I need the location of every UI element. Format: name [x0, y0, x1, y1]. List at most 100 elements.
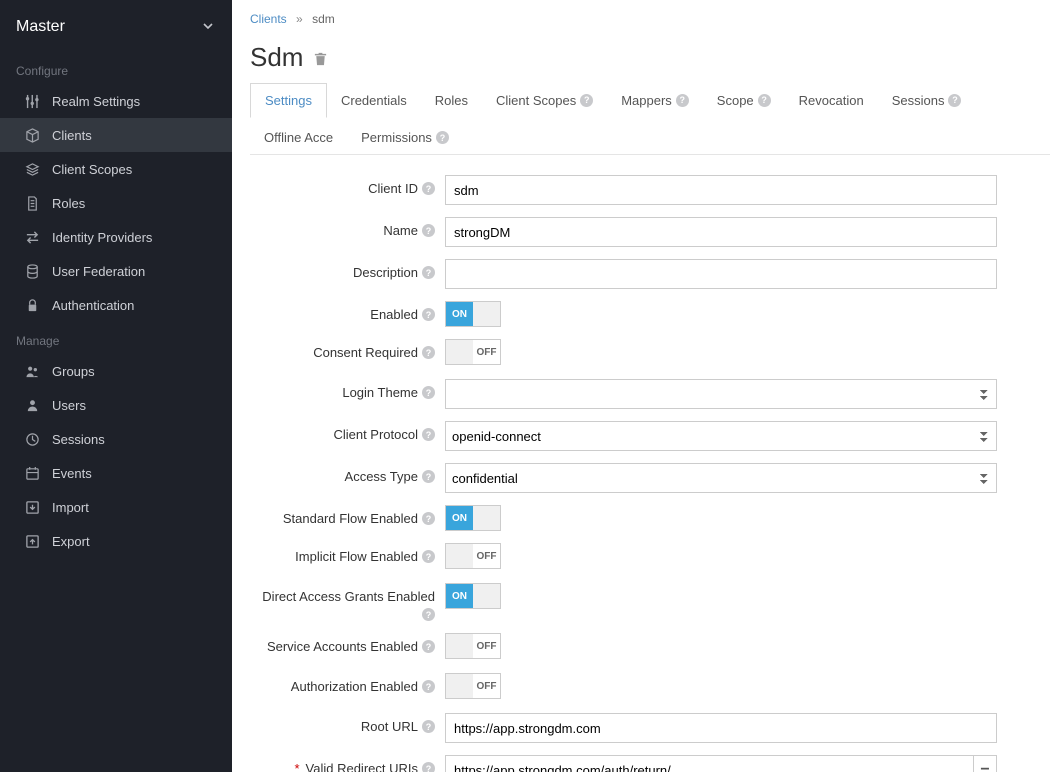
label-consent-required: Consent Required: [313, 345, 418, 360]
sidebar-item-label: Authentication: [52, 298, 134, 313]
redirect-uri-list: − − +: [445, 755, 997, 772]
help-icon[interactable]: ?: [422, 720, 435, 733]
swap-icon: [24, 229, 40, 245]
redirect-uri-input[interactable]: [445, 755, 973, 772]
sidebar-item-identity-providers[interactable]: Identity Providers: [0, 220, 232, 254]
tab-settings[interactable]: Settings: [250, 83, 327, 118]
main-content: Clients » sdm Sdm Settings Credentials R…: [232, 0, 1050, 772]
help-icon: ?: [676, 94, 689, 107]
sidebar-section-configure: Configure: [0, 52, 232, 84]
sidebar-item-label: Identity Providers: [52, 230, 152, 245]
help-icon[interactable]: ?: [422, 266, 435, 279]
label-description: Description: [353, 265, 418, 280]
sidebar-item-groups[interactable]: Groups: [0, 354, 232, 388]
breadcrumb: Clients » sdm: [250, 10, 1050, 36]
label-valid-redirect: Valid Redirect URIs: [306, 761, 418, 772]
clock-icon: [24, 431, 40, 447]
login-theme-select[interactable]: [445, 379, 997, 409]
client-protocol-select[interactable]: openid-connect: [445, 421, 997, 451]
sidebar-item-export[interactable]: Export: [0, 524, 232, 558]
tab-roles[interactable]: Roles: [421, 83, 482, 117]
label-direct-access: Direct Access Grants Enabled: [262, 589, 435, 604]
sidebar-item-label: Groups: [52, 364, 95, 379]
settings-form: Client ID? Name? Description? Enabled? O…: [250, 155, 1050, 772]
help-icon[interactable]: ?: [422, 182, 435, 195]
sidebar-item-label: Clients: [52, 128, 92, 143]
client-id-input[interactable]: [445, 175, 997, 205]
description-input[interactable]: [445, 259, 997, 289]
group-icon: [24, 363, 40, 379]
tabs: Settings Credentials Roles Client Scopes…: [250, 83, 1050, 155]
sidebar-item-user-federation[interactable]: User Federation: [0, 254, 232, 288]
help-icon[interactable]: ?: [422, 386, 435, 399]
sidebar-item-label: Realm Settings: [52, 94, 140, 109]
redirect-uri-row: −: [445, 755, 997, 772]
standard-flow-toggle[interactable]: ON: [445, 505, 501, 531]
label-name: Name: [383, 223, 418, 238]
delete-button[interactable]: [313, 51, 328, 69]
help-icon: ?: [758, 94, 771, 107]
help-icon[interactable]: ?: [422, 428, 435, 441]
breadcrumb-current: sdm: [312, 12, 335, 26]
tab-revocation[interactable]: Revocation: [785, 83, 878, 117]
help-icon[interactable]: ?: [422, 680, 435, 693]
sidebar-item-events[interactable]: Events: [0, 456, 232, 490]
import-icon: [24, 499, 40, 515]
label-root-url: Root URL: [361, 719, 418, 734]
label-client-id: Client ID: [368, 181, 418, 196]
help-icon[interactable]: ?: [422, 346, 435, 359]
tab-client-scopes[interactable]: Client Scopes?: [482, 83, 607, 117]
label-authorization: Authorization Enabled: [291, 679, 418, 694]
help-icon[interactable]: ?: [422, 224, 435, 237]
sidebar-item-authentication[interactable]: Authentication: [0, 288, 232, 322]
chevron-down-icon: [202, 20, 214, 35]
sidebar-item-label: Sessions: [52, 432, 105, 447]
implicit-flow-toggle[interactable]: OFF: [445, 543, 501, 569]
document-icon: [24, 195, 40, 211]
name-input[interactable]: [445, 217, 997, 247]
sidebar-item-client-scopes[interactable]: Client Scopes: [0, 152, 232, 186]
tab-scope[interactable]: Scope?: [703, 83, 785, 117]
enabled-toggle[interactable]: ON: [445, 301, 501, 327]
breadcrumb-separator: »: [296, 12, 303, 26]
remove-uri-button[interactable]: −: [973, 755, 997, 772]
tab-mappers[interactable]: Mappers?: [607, 83, 703, 117]
sidebar-item-label: Events: [52, 466, 92, 481]
label-login-theme: Login Theme: [342, 385, 418, 400]
help-icon[interactable]: ?: [422, 640, 435, 653]
cube-icon: [24, 127, 40, 143]
tab-permissions[interactable]: Permissions?: [347, 121, 463, 154]
help-icon[interactable]: ?: [422, 308, 435, 321]
tab-sessions[interactable]: Sessions?: [878, 83, 976, 117]
help-icon: ?: [436, 131, 449, 144]
sidebar-item-roles[interactable]: Roles: [0, 186, 232, 220]
database-icon: [24, 263, 40, 279]
sidebar: Master Configure Realm Settings Clients …: [0, 0, 232, 772]
help-icon[interactable]: ?: [422, 512, 435, 525]
consent-required-toggle[interactable]: OFF: [445, 339, 501, 365]
access-type-select[interactable]: confidential: [445, 463, 997, 493]
sidebar-item-sessions[interactable]: Sessions: [0, 422, 232, 456]
sidebar-item-label: User Federation: [52, 264, 145, 279]
sidebar-item-realm-settings[interactable]: Realm Settings: [0, 84, 232, 118]
sidebar-item-label: Client Scopes: [52, 162, 132, 177]
sliders-icon: [24, 93, 40, 109]
label-enabled: Enabled: [370, 307, 418, 322]
breadcrumb-clients[interactable]: Clients: [250, 12, 287, 26]
root-url-input[interactable]: [445, 713, 997, 743]
help-icon[interactable]: ?: [422, 550, 435, 563]
direct-access-toggle[interactable]: ON: [445, 583, 501, 609]
authorization-toggle[interactable]: OFF: [445, 673, 501, 699]
sidebar-item-users[interactable]: Users: [0, 388, 232, 422]
tab-credentials[interactable]: Credentials: [327, 83, 421, 117]
help-icon[interactable]: ?: [422, 762, 435, 772]
help-icon[interactable]: ?: [422, 608, 435, 621]
sidebar-item-import[interactable]: Import: [0, 490, 232, 524]
sidebar-item-label: Roles: [52, 196, 85, 211]
sidebar-item-clients[interactable]: Clients: [0, 118, 232, 152]
service-accounts-toggle[interactable]: OFF: [445, 633, 501, 659]
realm-selector[interactable]: Master: [0, 0, 232, 52]
tab-offline-access[interactable]: Offline Acce: [250, 121, 347, 154]
sidebar-item-label: Export: [52, 534, 90, 549]
help-icon[interactable]: ?: [422, 470, 435, 483]
